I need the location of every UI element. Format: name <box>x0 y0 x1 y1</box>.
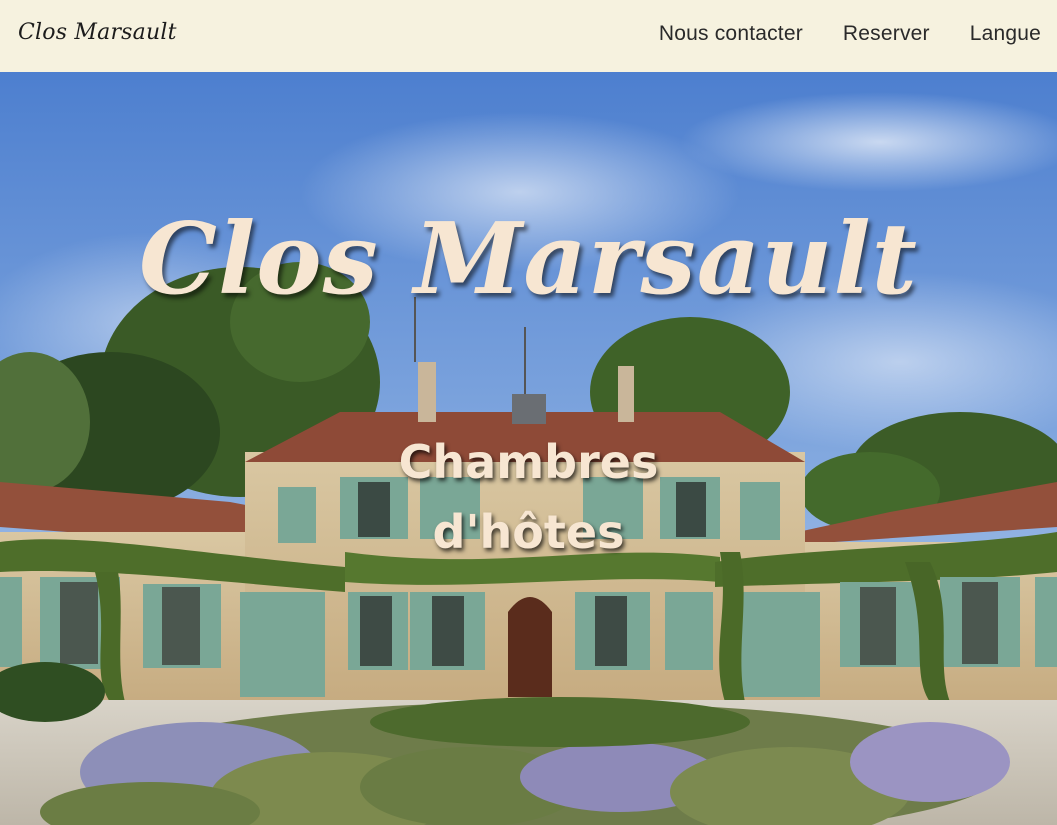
hero-subtitle-line-2: d'hôtes <box>432 505 625 559</box>
hero-section: Clos Marsault Chambres d'hôtes <box>0 72 1057 825</box>
top-navbar: Clos Marsault Nous contacter Reserver La… <box>0 0 1057 72</box>
nav-link-language[interactable]: Langue <box>970 22 1041 46</box>
nav-link-reserve[interactable]: Reserver <box>843 22 930 46</box>
nav-link-contact[interactable]: Nous contacter <box>659 22 803 46</box>
hero-subtitle: Chambres d'hôtes <box>0 427 1057 567</box>
hero-title: Clos Marsault <box>139 202 918 317</box>
hero-subtitle-line-1: Chambres <box>398 435 659 489</box>
nav-links: Nous contacter Reserver Langue <box>659 22 1041 46</box>
brand-logo-link[interactable]: Clos Marsault <box>18 20 177 45</box>
